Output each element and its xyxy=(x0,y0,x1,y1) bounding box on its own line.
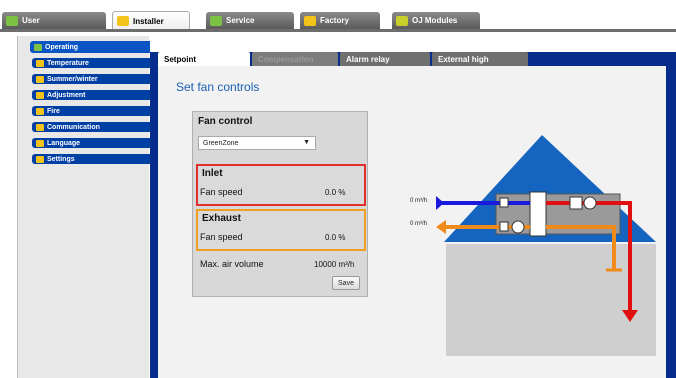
tab-user-label: User xyxy=(22,16,40,25)
user-icon xyxy=(6,15,18,26)
tab-oj-modules-label: OJ Modules xyxy=(412,16,458,25)
tab-compensation[interactable]: Compensation xyxy=(252,52,338,66)
tab-service-label: Service xyxy=(226,16,255,25)
fire-icon xyxy=(36,107,44,115)
house-body xyxy=(446,244,656,356)
sidebar-item-label: Temperature xyxy=(47,59,89,67)
inlet-arrow-icon xyxy=(436,196,444,210)
sidebar-item-communication[interactable]: Communication xyxy=(32,122,152,132)
save-button-label: Save xyxy=(338,279,354,287)
sidebar-item-adjustment[interactable]: Adjustment xyxy=(32,90,152,100)
sun-icon xyxy=(36,75,44,83)
ventilation-diagram xyxy=(436,135,656,356)
tab-installer-label: Installer xyxy=(133,16,164,26)
filter-exhaust-icon xyxy=(499,221,509,232)
sidebar-item-settings[interactable]: Settings xyxy=(32,154,152,164)
tab-user[interactable]: User xyxy=(2,12,106,29)
top-tab-bar: User Installer Service Factory OJ Module… xyxy=(0,0,676,30)
sidebar-item-label: Settings xyxy=(47,155,75,163)
mode-select[interactable]: GreenZone ▼ xyxy=(198,136,316,150)
tab-external-high[interactable]: External high xyxy=(432,52,528,66)
dropdown-arrow-icon: ▼ xyxy=(303,139,310,146)
sidebar-item-language[interactable]: Language xyxy=(32,138,152,148)
operating-icon xyxy=(34,43,42,51)
tab-factory[interactable]: Factory xyxy=(300,12,380,29)
exhaust-arrow-icon xyxy=(436,220,446,234)
exhaust-fan-speed-label: Fan speed xyxy=(200,232,243,242)
tab-installer[interactable]: Installer xyxy=(112,11,190,30)
tab-alarm-relay[interactable]: Alarm relay xyxy=(340,52,430,66)
fan-control-title: Fan control xyxy=(198,116,253,127)
tab-external-high-label: External high xyxy=(438,54,489,64)
max-air-volume-label: Max. air volume xyxy=(200,259,264,269)
exhaust-fan-speed-value: 0.0 % xyxy=(325,233,346,242)
sidebar-item-fire[interactable]: Fire xyxy=(32,106,152,116)
sidebar-item-label: Summer/winter xyxy=(47,75,98,83)
tab-service[interactable]: Service xyxy=(206,12,294,29)
tab-compensation-label: Compensation xyxy=(258,54,314,64)
sidebar-item-label: Adjustment xyxy=(47,91,86,99)
top-divider xyxy=(0,29,676,32)
supply-fan-icon xyxy=(583,196,597,210)
sidebar-item-label: Fire xyxy=(47,107,60,115)
sidebar-item-label: Operating xyxy=(45,43,79,51)
page-title: Set fan controls xyxy=(176,80,260,94)
left-panel xyxy=(17,36,149,378)
inlet-fan-speed-label: Fan speed xyxy=(200,187,243,197)
wrench-icon xyxy=(36,91,44,99)
exhaust-fan-icon xyxy=(511,220,525,234)
sidebar-item-temperature[interactable]: Temperature xyxy=(32,58,152,68)
modules-icon xyxy=(396,15,408,26)
tab-setpoint[interactable]: Setpoint xyxy=(158,52,250,66)
sidebar-item-operating[interactable]: Operating xyxy=(30,41,150,53)
inlet-heading: Inlet xyxy=(202,168,223,179)
sidebar-item-label: Communication xyxy=(47,123,100,131)
tab-factory-label: Factory xyxy=(320,16,349,25)
network-icon xyxy=(36,123,44,131)
save-button[interactable]: Save xyxy=(332,276,360,290)
inlet-fan-speed-value: 0.0 % xyxy=(325,188,346,197)
heater-icon xyxy=(569,196,583,210)
mode-select-value: GreenZone xyxy=(203,139,239,147)
installer-icon xyxy=(117,16,129,26)
tab-oj-modules[interactable]: OJ Modules xyxy=(392,12,480,29)
settings-icon xyxy=(36,155,44,163)
filter-inlet-icon xyxy=(499,197,509,208)
max-air-volume-value: 10000 m³/h xyxy=(314,260,355,269)
sidebar-item-label: Language xyxy=(47,139,81,147)
tab-alarm-relay-label: Alarm relay xyxy=(346,54,390,64)
thermometer-icon xyxy=(36,59,44,67)
exhaust-heading: Exhaust xyxy=(202,213,241,224)
exhaust-flow-label: 0 m³/h xyxy=(410,221,428,227)
sidebar-item-summer-winter[interactable]: Summer/winter xyxy=(32,74,152,84)
tab-setpoint-label: Setpoint xyxy=(164,54,196,64)
language-icon xyxy=(36,139,44,147)
inlet-flow-label: 0 m³/h xyxy=(410,198,428,204)
factory-icon xyxy=(304,15,316,26)
heat-exchanger xyxy=(529,191,547,237)
service-icon xyxy=(210,15,222,26)
